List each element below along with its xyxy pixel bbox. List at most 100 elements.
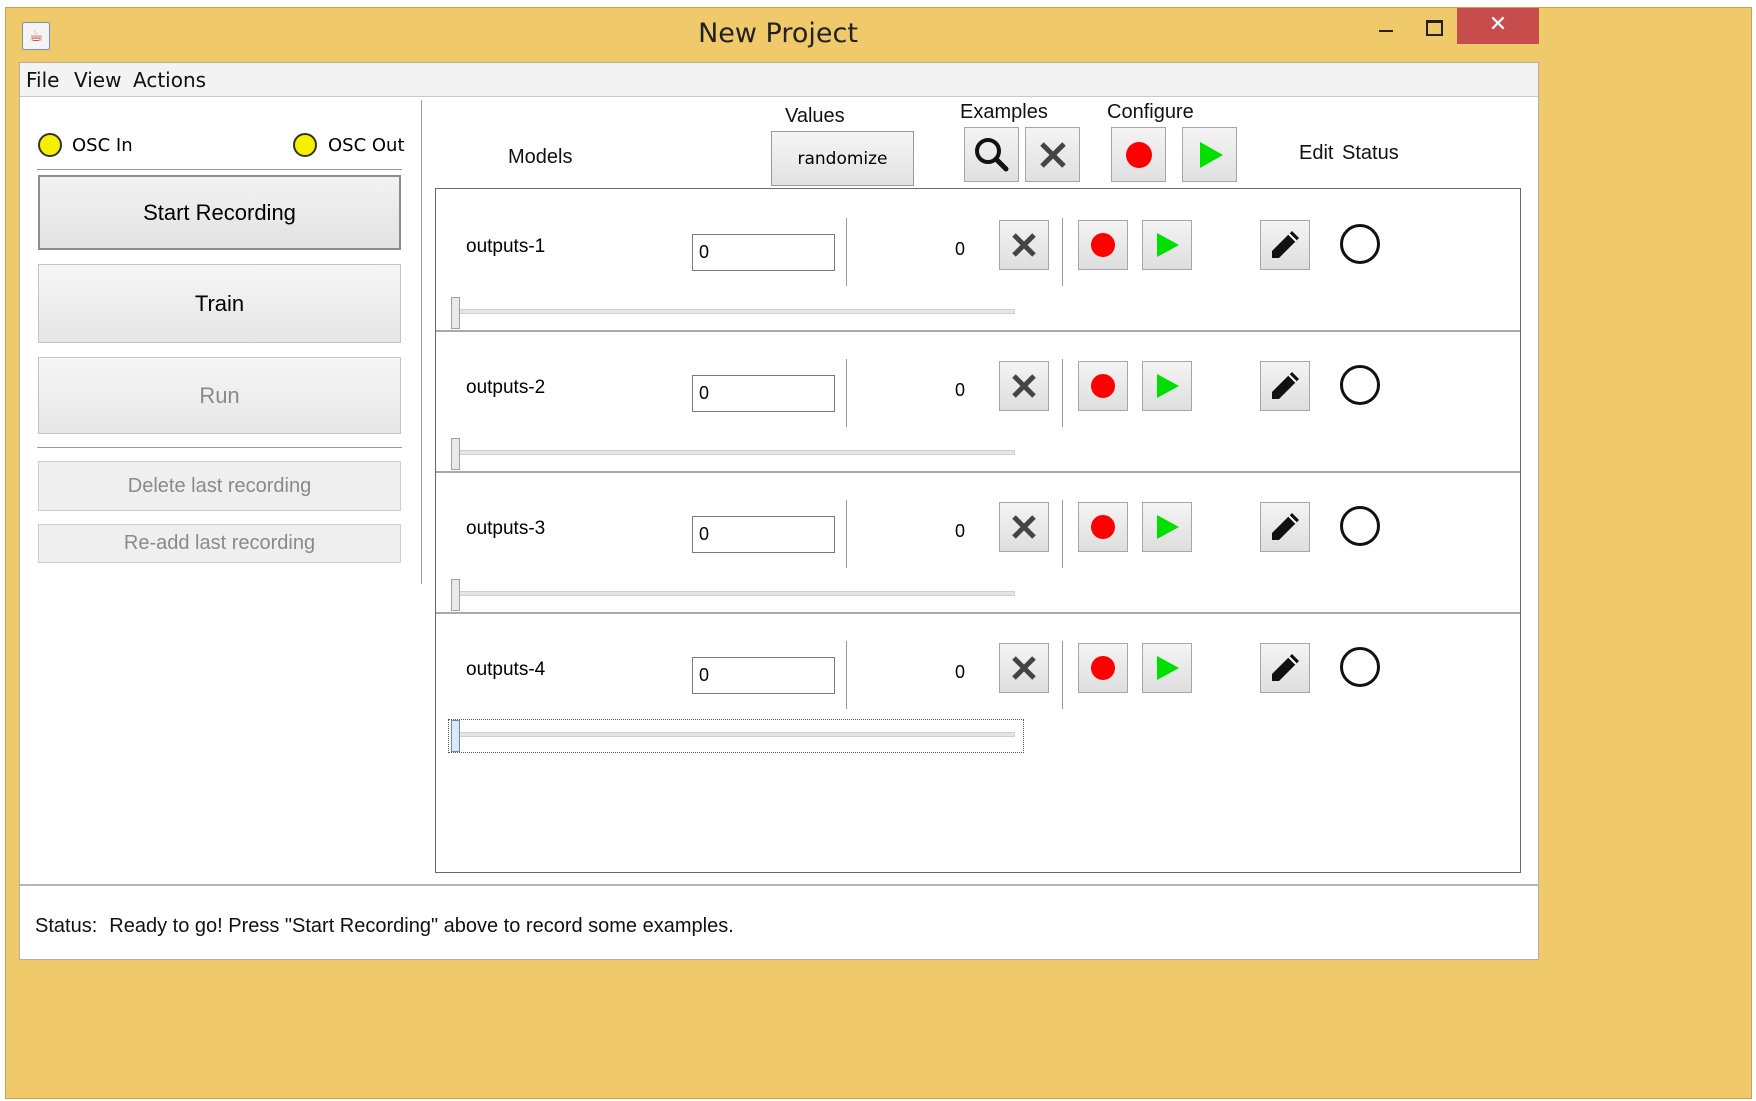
menu-file[interactable]: File	[26, 68, 59, 92]
run-model-button[interactable]	[1142, 502, 1192, 552]
record-all-button[interactable]	[1111, 127, 1166, 182]
close-icon	[1012, 515, 1036, 539]
delete-model-examples-button[interactable]	[999, 502, 1049, 552]
menu-bar	[20, 63, 1538, 97]
start-recording-button[interactable]: Start Recording	[38, 175, 401, 250]
close-icon	[1012, 656, 1036, 680]
delete-last-recording-button[interactable]: Delete last recording	[38, 461, 401, 511]
edit-model-button[interactable]	[1260, 361, 1310, 411]
row-divider	[846, 500, 847, 568]
configure-header: Configure	[1107, 101, 1194, 123]
status-label: Status:	[35, 915, 98, 937]
model-status-indicator	[1340, 365, 1380, 405]
model-value-input[interactable]: 0	[692, 657, 835, 694]
play-icon	[1157, 233, 1179, 257]
minimize-button[interactable]	[1363, 14, 1409, 48]
record-icon	[1091, 515, 1115, 539]
play-icon	[1157, 374, 1179, 398]
model-name: outputs-2	[466, 377, 546, 398]
window-title: New Project	[698, 18, 858, 49]
row-divider	[1062, 641, 1063, 709]
maximize-icon	[1426, 20, 1443, 36]
delete-model-examples-button[interactable]	[999, 361, 1049, 411]
record-model-button[interactable]	[1078, 643, 1128, 693]
randomize-button[interactable]: randomize	[771, 131, 914, 186]
divider	[37, 169, 402, 170]
record-icon	[1125, 141, 1152, 168]
osc-out-indicator	[293, 133, 317, 157]
model-slider[interactable]	[458, 732, 1015, 737]
row-separator	[436, 612, 1520, 614]
divider	[37, 447, 402, 448]
close-icon	[1012, 233, 1036, 257]
run-all-button[interactable]	[1182, 127, 1237, 182]
status-bar: Status: Ready to go! Press "Start Recordi…	[35, 915, 734, 938]
close-icon	[1012, 374, 1036, 398]
status-message: Ready to go! Press "Start Recording" abo…	[109, 915, 734, 937]
model-status-indicator	[1340, 224, 1380, 264]
model-name: outputs-1	[466, 236, 546, 257]
slider-thumb[interactable]	[451, 579, 460, 611]
search-icon	[974, 137, 1008, 171]
slider-thumb[interactable]	[451, 720, 460, 752]
run-model-button[interactable]	[1142, 643, 1192, 693]
record-model-button[interactable]	[1078, 502, 1128, 552]
example-count: 0	[955, 239, 966, 259]
model-value-input[interactable]: 0	[692, 516, 835, 553]
slider-thumb[interactable]	[451, 438, 460, 470]
menu-actions[interactable]: Actions	[133, 68, 206, 92]
model-slider[interactable]	[458, 450, 1015, 455]
example-count: 0	[955, 521, 966, 541]
record-icon	[1091, 374, 1115, 398]
status-header: Status	[1342, 142, 1399, 164]
row-divider	[846, 359, 847, 427]
explore-examples-button[interactable]	[964, 127, 1019, 182]
edit-model-button[interactable]	[1260, 502, 1310, 552]
maximize-button[interactable]	[1410, 14, 1456, 48]
osc-out-label: OSC Out	[328, 135, 405, 156]
example-count: 0	[955, 380, 966, 400]
model-name: outputs-3	[466, 518, 546, 539]
model-slider[interactable]	[458, 309, 1015, 314]
edit-model-button[interactable]	[1260, 220, 1310, 270]
slider-thumb[interactable]	[451, 297, 460, 329]
run-button[interactable]: Run	[38, 357, 401, 434]
delete-model-examples-button[interactable]	[999, 220, 1049, 270]
edit-model-button[interactable]	[1260, 643, 1310, 693]
model-status-indicator	[1340, 506, 1380, 546]
pencil-icon	[1272, 372, 1299, 399]
close-button[interactable]: ✕	[1457, 8, 1539, 44]
examples-header: Examples	[960, 101, 1048, 123]
osc-in-label: OSC In	[72, 135, 133, 156]
close-icon	[1039, 141, 1066, 168]
row-divider	[1062, 500, 1063, 568]
panel-divider	[421, 100, 422, 584]
record-model-button[interactable]	[1078, 361, 1128, 411]
play-icon	[1199, 141, 1223, 168]
model-slider[interactable]	[458, 591, 1015, 596]
readd-last-recording-button[interactable]: Re-add last recording	[38, 524, 401, 563]
row-divider	[846, 218, 847, 286]
row-separator	[436, 471, 1520, 473]
edit-header: Edit	[1299, 142, 1334, 164]
model-value-input[interactable]: 0	[692, 234, 835, 271]
row-divider	[1062, 359, 1063, 427]
menu-view[interactable]: View	[74, 68, 121, 92]
play-icon	[1157, 515, 1179, 539]
delete-model-examples-button[interactable]	[999, 643, 1049, 693]
values-header: Values	[785, 105, 845, 127]
record-icon	[1091, 656, 1115, 680]
play-icon	[1157, 656, 1179, 680]
delete-all-examples-button[interactable]	[1025, 127, 1080, 182]
row-divider	[846, 641, 847, 709]
record-model-button[interactable]	[1078, 220, 1128, 270]
pencil-icon	[1272, 654, 1299, 681]
status-separator	[20, 884, 1538, 886]
run-model-button[interactable]	[1142, 361, 1192, 411]
train-button[interactable]: Train	[38, 264, 401, 343]
run-model-button[interactable]	[1142, 220, 1192, 270]
record-icon	[1091, 233, 1115, 257]
osc-in-indicator	[38, 133, 62, 157]
model-value-input[interactable]: 0	[692, 375, 835, 412]
example-count: 0	[955, 662, 966, 682]
